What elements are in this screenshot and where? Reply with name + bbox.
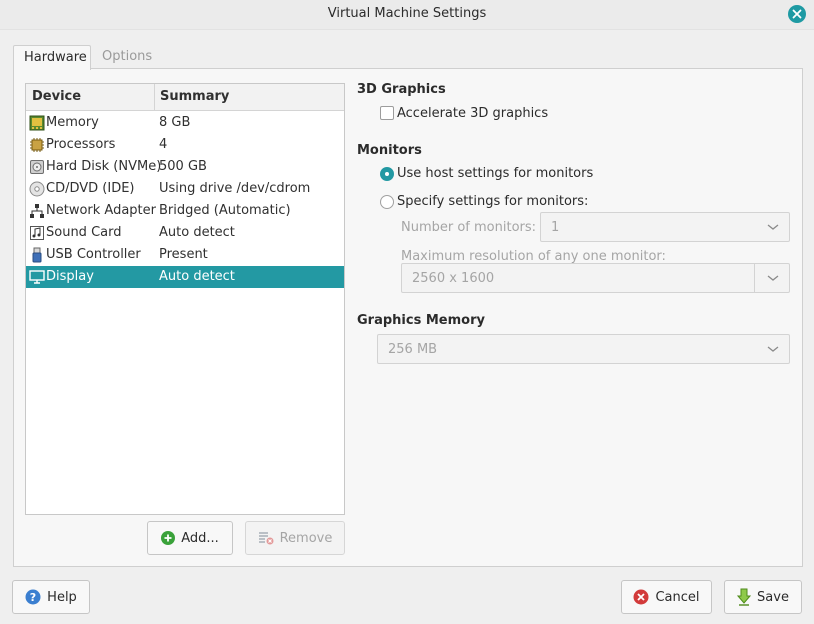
section-title-graphics-memory: Graphics Memory	[357, 313, 485, 328]
device-name: Sound Card	[46, 225, 122, 240]
device-list[interactable]: Device Summary Memory 8 GB Processors 4 …	[25, 83, 345, 515]
device-list-header: Device Summary	[26, 84, 344, 111]
use-host-settings-radio[interactable]	[380, 167, 394, 181]
device-summary: 500 GB	[159, 159, 207, 174]
close-button[interactable]	[788, 5, 806, 23]
save-button[interactable]: Save	[724, 580, 802, 614]
graphics-memory-value: 256 MB	[388, 342, 438, 357]
accelerate-3d-label[interactable]: Accelerate 3D graphics	[397, 106, 548, 121]
max-resolution-value: 2560 x 1600	[412, 271, 495, 286]
device-row-sound-card[interactable]: Sound Card Auto detect	[26, 222, 344, 244]
device-summary: Auto detect	[159, 269, 235, 284]
cancel-button-label: Cancel	[655, 589, 700, 605]
network-adapter-icon	[30, 204, 44, 218]
help-icon: ?	[25, 589, 41, 605]
remove-icon	[258, 532, 274, 545]
device-summary: Using drive /dev/cdrom	[159, 181, 311, 196]
column-header-device[interactable]: Device	[32, 89, 81, 104]
device-row-memory[interactable]: Memory 8 GB	[26, 112, 344, 134]
svg-text:?: ?	[30, 591, 36, 604]
remove-button[interactable]: Remove	[245, 521, 345, 555]
usb-controller-icon	[32, 247, 42, 263]
device-summary: Auto detect	[159, 225, 235, 240]
device-name: Hard Disk (NVMe)	[46, 159, 162, 174]
chevron-down-icon	[767, 346, 779, 352]
device-summary: Present	[159, 247, 208, 262]
tab-options[interactable]: Options	[92, 45, 162, 69]
title-bar: Virtual Machine Settings	[0, 0, 814, 30]
remove-button-label: Remove	[279, 530, 333, 546]
chevron-down-icon	[767, 275, 779, 281]
hard-disk-icon	[30, 160, 44, 174]
device-row-processors[interactable]: Processors 4	[26, 134, 344, 156]
number-of-monitors-select[interactable]: 1	[540, 212, 790, 242]
add-icon	[161, 531, 176, 545]
close-icon	[792, 9, 802, 19]
specify-settings-radio[interactable]	[380, 195, 394, 209]
device-name: CD/DVD (IDE)	[46, 181, 135, 196]
max-resolution-label: Maximum resolution of any one monitor:	[401, 249, 666, 264]
device-summary: 8 GB	[159, 115, 191, 130]
tab-hardware[interactable]: Hardware	[13, 45, 91, 70]
device-name: Memory	[46, 115, 99, 130]
device-row-display[interactable]: Display Auto detect	[26, 266, 344, 288]
device-row-hard-disk[interactable]: Hard Disk (NVMe) 500 GB	[26, 156, 344, 178]
specify-settings-label[interactable]: Specify settings for monitors:	[397, 194, 588, 209]
chevron-down-icon	[767, 224, 779, 230]
processor-icon	[30, 138, 44, 152]
help-button[interactable]: ? Help	[12, 580, 90, 614]
column-divider	[154, 84, 155, 111]
add-button-label: Add...	[181, 530, 219, 546]
combo-divider	[754, 264, 755, 292]
memory-icon	[29, 115, 45, 131]
cd-dvd-icon	[29, 181, 45, 197]
number-of-monitors-label: Number of monitors:	[401, 220, 537, 235]
device-row-network-adapter[interactable]: Network Adapter Bridged (Automatic)	[26, 200, 344, 222]
device-summary: Bridged (Automatic)	[159, 203, 291, 218]
section-title-monitors: Monitors	[357, 143, 422, 158]
device-name: Display	[46, 269, 94, 284]
download-arrow-icon	[737, 588, 752, 606]
section-title-3d-graphics: 3D Graphics	[357, 82, 446, 97]
number-of-monitors-value: 1	[551, 220, 560, 235]
device-row-cd-dvd[interactable]: CD/DVD (IDE) Using drive /dev/cdrom	[26, 178, 344, 200]
sound-card-icon	[30, 226, 44, 240]
device-row-usb-controller[interactable]: USB Controller Present	[26, 244, 344, 266]
device-name: Network Adapter	[46, 203, 156, 218]
cancel-icon	[633, 589, 649, 605]
help-button-label: Help	[47, 589, 77, 605]
accelerate-3d-checkbox[interactable]	[380, 106, 394, 120]
graphics-memory-select[interactable]: 256 MB	[377, 334, 790, 364]
add-button[interactable]: Add...	[147, 521, 233, 555]
column-header-summary[interactable]: Summary	[160, 89, 229, 104]
use-host-settings-label[interactable]: Use host settings for monitors	[397, 166, 593, 181]
max-resolution-combo[interactable]: 2560 x 1600	[401, 263, 790, 293]
window-title: Virtual Machine Settings	[327, 6, 487, 21]
save-button-label: Save	[757, 589, 789, 605]
cancel-button[interactable]: Cancel	[621, 580, 712, 614]
display-icon	[29, 270, 45, 284]
device-summary: 4	[159, 137, 168, 152]
device-name: USB Controller	[46, 247, 141, 262]
device-name: Processors	[46, 137, 116, 152]
